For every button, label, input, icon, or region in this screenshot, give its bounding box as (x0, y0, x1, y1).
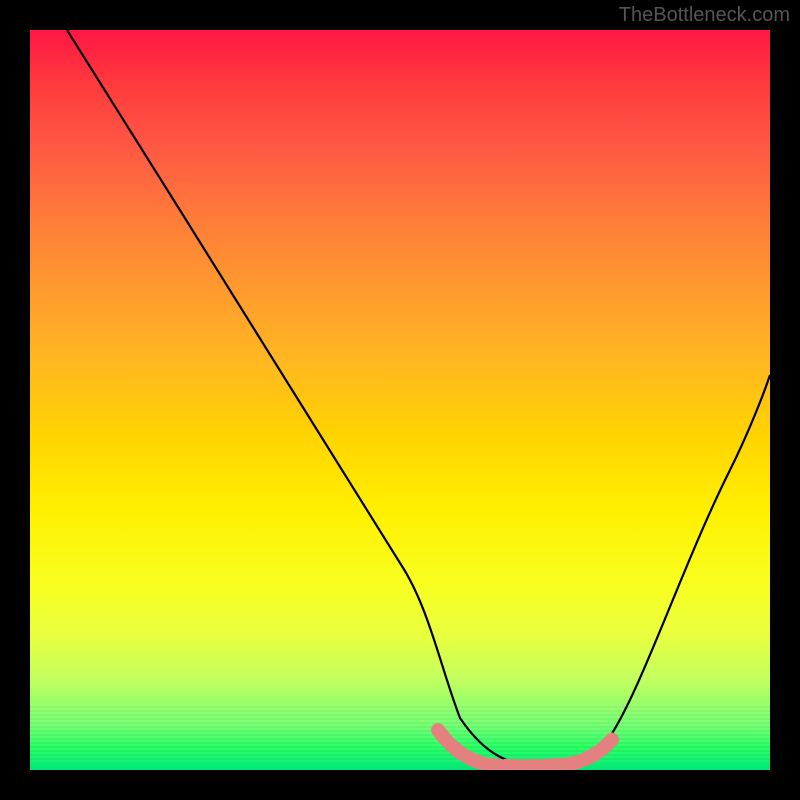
bottleneck-curve (67, 30, 770, 766)
bottom-stripe-band (30, 704, 770, 762)
chart-svg (30, 30, 770, 770)
chart-plot-area (30, 30, 770, 770)
trough-marker (438, 730, 615, 766)
watermark-text: TheBottleneck.com (619, 4, 790, 27)
